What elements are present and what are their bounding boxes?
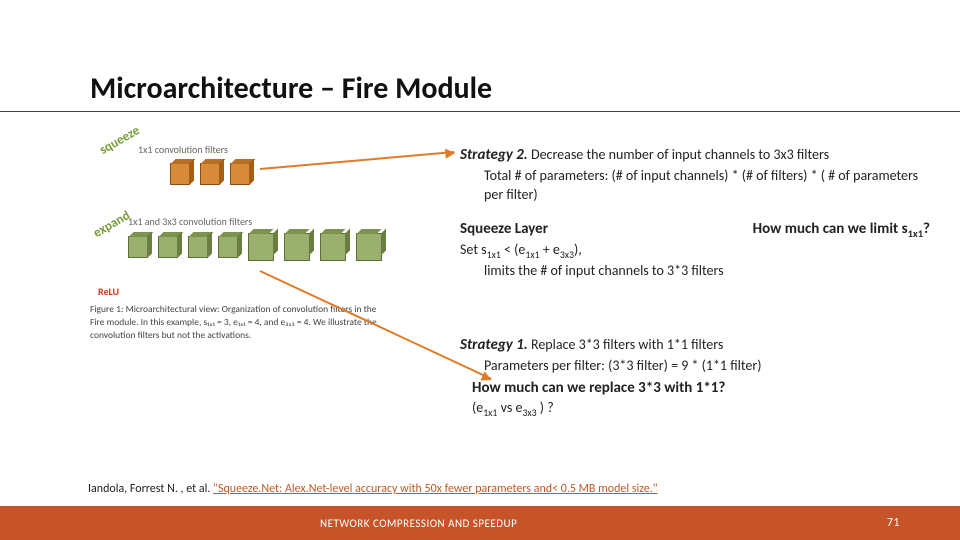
fire-module-figure: squeeze expand 1x1 convolution filters 1… — [90, 135, 380, 341]
page-number: 71 — [887, 516, 900, 530]
strategy1-block: Strategy 1. Replace 3*3 filters with 1*1… — [460, 335, 930, 419]
cube-icon — [320, 233, 346, 261]
citation: Iandola, Forrest N. , et al. "Squeeze.Ne… — [88, 482, 658, 496]
cube-icon — [188, 236, 208, 258]
cube-icon — [230, 163, 250, 185]
conv1x1-label: 1x1 convolution filters — [138, 143, 228, 156]
strategy1-line3: (e1x1 vs e3x3 ) ? — [472, 399, 930, 420]
page-title: Microarchitecture – Fire Module — [0, 0, 960, 112]
squeeze-line2: limits the # of input channels to 3*3 fi… — [484, 262, 930, 281]
cube-icon — [158, 236, 178, 258]
squeeze-line1: Set s1x1 < (e1x1 + e3x3), — [460, 241, 930, 262]
expand-label: expand — [91, 208, 133, 241]
strategy2-text: Decrease the number of input channels to… — [531, 146, 829, 163]
strategy2-sub: Total # of parameters: (# of input chann… — [484, 167, 930, 205]
squeeze-head: Squeeze Layer — [460, 219, 548, 239]
strategy2-block: Strategy 2. Decrease the number of input… — [460, 145, 930, 205]
squeeze-label: squeeze — [97, 123, 142, 158]
footer-label: NETWORK COMPRESSION AND SPEEDUP — [320, 517, 517, 530]
content-area: Strategy 2. Decrease the number of input… — [460, 145, 930, 428]
expand-cubes — [128, 233, 382, 261]
cube-icon — [218, 236, 238, 258]
cube-icon — [248, 233, 274, 261]
cube-icon — [200, 163, 220, 185]
squeeze-block: Squeeze Layer How much can we limit s1x1… — [460, 219, 930, 281]
howmuch-limit: How much can we limit s1x1? — [753, 219, 930, 241]
figure-diagram: squeeze expand 1x1 convolution filters 1… — [90, 135, 380, 295]
cube-icon — [128, 236, 148, 258]
strategy2-head: Strategy 2. — [460, 146, 528, 164]
citation-link[interactable]: "Squeeze.Net: Alex.Net-level accuracy wi… — [213, 482, 657, 496]
conv1x1-3x3-label: 1x1 and 3x3 convolution filters — [128, 215, 252, 228]
relu-label: ReLU — [98, 285, 119, 298]
citation-authors: Iandola, Forrest N. , et al. — [88, 482, 213, 496]
cube-icon — [170, 163, 190, 185]
footer-bar: NETWORK COMPRESSION AND SPEEDUP 71 — [0, 506, 960, 540]
cube-icon — [284, 233, 310, 261]
slide: Microarchitecture – Fire Module squeeze … — [0, 0, 960, 540]
strategy1-head: Strategy 1. — [460, 336, 528, 354]
cube-icon — [356, 233, 382, 261]
howmuch-replace: How much can we replace 3*3 with 1*1? — [472, 378, 930, 398]
squeeze-cubes — [170, 163, 250, 185]
strategy1-sub: Parameters per filter: (3*3 filter) = 9 … — [484, 357, 930, 376]
strategy1-text: Replace 3*3 filters with 1*1 filters — [531, 336, 723, 353]
